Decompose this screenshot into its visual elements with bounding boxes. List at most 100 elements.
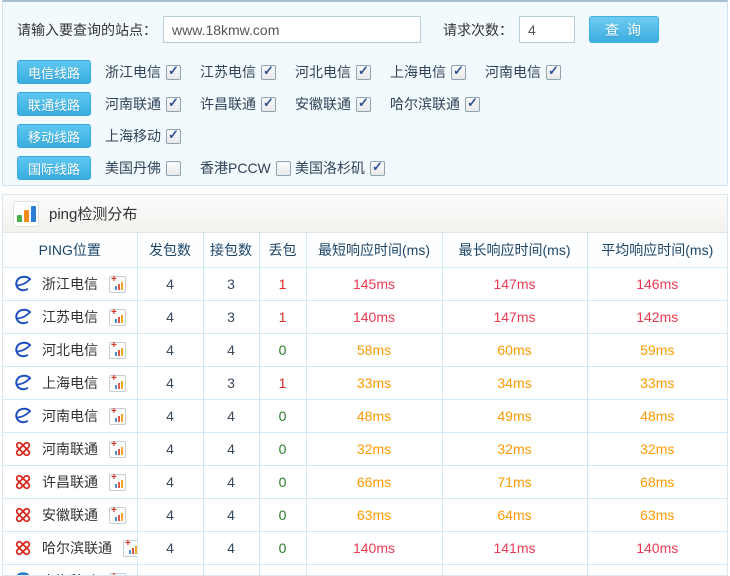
received-count: 4 <box>202 465 260 499</box>
line-checkbox-item: 江苏电信 <box>200 62 295 82</box>
avg-time: 63ms <box>586 498 727 532</box>
line-item-checkbox[interactable] <box>356 63 371 80</box>
add-to-chart-icon[interactable]: + <box>109 340 126 359</box>
min-time: 140ms <box>305 300 443 334</box>
max-time: 141ms <box>441 531 588 565</box>
received-count: 4 <box>202 399 260 433</box>
line-group-button-mobile[interactable]: 移动线路 <box>17 124 91 148</box>
line-checkbox-item: 河南联通 <box>105 94 200 114</box>
add-to-chart-icon[interactable]: + <box>109 571 126 575</box>
min-time: 145ms <box>305 267 443 301</box>
sent-count: 4 <box>136 267 204 301</box>
line-item-checkbox[interactable] <box>166 160 181 176</box>
bar-chart-icon <box>13 200 39 227</box>
add-to-chart-icon[interactable]: + <box>109 439 126 458</box>
section-title: ping检测分布 <box>49 206 138 223</box>
line-item-label: 香港PCCW <box>200 160 271 176</box>
line-group-row: 联通线路 河南联通 许昌联通 安徽联通 哈尔滨联通 <box>17 91 715 117</box>
loss-count: 0 <box>258 465 307 499</box>
line-group-button-unicom[interactable]: 联通线路 <box>17 92 91 116</box>
received-count: 3 <box>202 366 260 400</box>
received-count: 4 <box>202 498 260 532</box>
request-count-input[interactable] <box>519 16 575 43</box>
line-item-label: 上海移动 <box>105 128 161 144</box>
min-time: 58ms <box>305 333 443 367</box>
received-count: 4 <box>202 432 260 466</box>
max-time: 147ms <box>441 300 588 334</box>
line-item-checkbox[interactable] <box>166 63 181 80</box>
line-item-label: 许昌联通 <box>200 96 256 112</box>
line-item-label: 安徽联通 <box>295 96 351 112</box>
column-header: 平均响应时间(ms) <box>586 233 727 268</box>
max-time: 34ms <box>441 366 588 400</box>
loss-count: 0 <box>258 498 307 532</box>
add-to-chart-icon[interactable]: + <box>109 373 126 392</box>
min-time: 48ms <box>305 399 443 433</box>
line-item-checkbox[interactable] <box>261 95 276 112</box>
line-item-label: 浙江电信 <box>105 64 161 80</box>
line-item-checkbox[interactable] <box>166 95 181 112</box>
ping-result-panel: ping检测分布 PING位置 发包数 接包数 丢包 最短响应时间(ms) 最长响应时间(… <box>2 194 728 576</box>
line-item-checkbox[interactable] <box>546 63 561 80</box>
add-to-chart-icon[interactable]: + <box>109 274 126 293</box>
line-item-checkbox[interactable] <box>166 127 181 144</box>
line-checkbox-item: 哈尔滨联通 <box>390 94 485 114</box>
sent-count: 4 <box>136 432 204 466</box>
line-item-label: 江苏电信 <box>200 64 256 80</box>
location-name: 安徽联通 <box>42 507 98 523</box>
avg-time: 59ms <box>586 333 727 367</box>
china-mobile-icon <box>13 571 33 575</box>
table-row: 上海电信 + 4 3 1 33ms 34ms 33ms <box>3 366 727 400</box>
site-input[interactable] <box>163 16 421 43</box>
line-item-checkbox[interactable] <box>356 95 371 112</box>
max-time: 64ms <box>441 498 588 532</box>
loss-count: 0 <box>258 531 307 565</box>
max-time: 147ms <box>441 267 588 301</box>
line-checkbox-item: 安徽联通 <box>295 94 390 114</box>
table-row: 安徽联通 + 4 4 0 63ms 64ms 63ms <box>3 498 727 532</box>
column-header: 最长响应时间(ms) <box>441 233 588 268</box>
line-group-button-international[interactable]: 国际线路 <box>17 156 91 180</box>
loss-count: 1 <box>258 267 307 301</box>
add-to-chart-icon[interactable]: + <box>109 505 126 524</box>
location-name: 河北电信 <box>42 342 98 358</box>
min-time: 140ms <box>305 531 443 565</box>
add-to-chart-icon[interactable]: + <box>109 307 126 326</box>
line-group-button-telecom[interactable]: 电信线路 <box>17 60 91 84</box>
sent-count: 4 <box>136 498 204 532</box>
add-to-chart-icon[interactable]: + <box>109 472 126 491</box>
line-item-checkbox[interactable] <box>465 95 480 112</box>
max-time: 73ms <box>441 564 588 575</box>
line-item-label: 河北电信 <box>295 64 351 80</box>
location-name: 河南电信 <box>42 408 98 424</box>
avg-time: 140ms <box>586 531 727 565</box>
line-group-row: 国际线路 美国丹佛 香港PCCW 美国洛杉矶 <box>17 155 715 181</box>
location-name: 河南联通 <box>42 441 98 457</box>
avg-time: 63ms <box>586 564 727 575</box>
location-name: 浙江电信 <box>42 276 98 292</box>
line-groups: 电信线路 浙江电信 江苏电信 河北电信 上海电信 河南电信 联通线路 河南联通 … <box>17 59 715 181</box>
add-to-chart-icon[interactable]: + <box>109 406 126 425</box>
line-item-checkbox[interactable] <box>451 63 466 80</box>
sent-count: 4 <box>136 366 204 400</box>
china-telecom-icon <box>13 373 33 393</box>
sent-count: 4 <box>136 300 204 334</box>
loss-count: 0 <box>258 432 307 466</box>
line-checkbox-item: 美国丹佛 <box>105 158 200 178</box>
min-time: 58ms <box>305 564 443 575</box>
table-row: 哈尔滨联通 + 4 4 0 140ms 141ms 140ms <box>3 531 727 565</box>
loss-count: 1 <box>258 366 307 400</box>
search-button[interactable]: 查 询 <box>589 16 659 43</box>
ping-results-table: PING位置 发包数 接包数 丢包 最短响应时间(ms) 最长响应时间(ms) 平均响应时间… <box>3 233 727 575</box>
table-row: 河南电信 + 4 4 0 48ms 49ms 48ms <box>3 399 727 433</box>
ping-section-header: ping检测分布 <box>3 195 727 233</box>
line-item-label: 河南电信 <box>485 64 541 80</box>
line-item-label: 上海电信 <box>390 64 446 80</box>
line-item-checkbox[interactable] <box>261 63 276 80</box>
add-to-chart-icon[interactable]: + <box>123 538 136 557</box>
max-time: 71ms <box>441 465 588 499</box>
line-group-row: 电信线路 浙江电信 江苏电信 河北电信 上海电信 河南电信 <box>17 59 715 85</box>
line-item-checkbox[interactable] <box>370 159 385 176</box>
column-header: PING位置 <box>3 233 138 268</box>
line-item-checkbox[interactable] <box>275 160 291 176</box>
